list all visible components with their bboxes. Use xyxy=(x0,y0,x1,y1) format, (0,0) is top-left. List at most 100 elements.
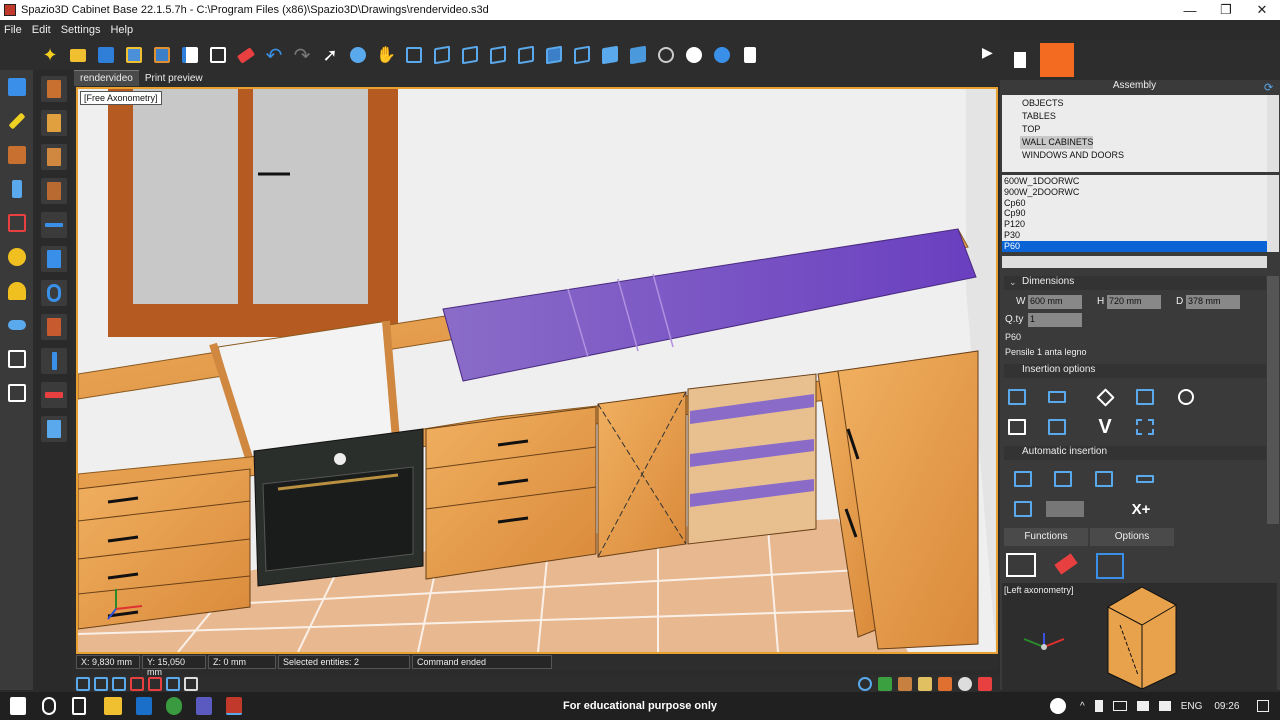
drawer-icon[interactable] xyxy=(41,314,67,340)
tab-print-preview[interactable]: Print preview xyxy=(139,71,209,86)
volume-icon[interactable] xyxy=(1158,701,1171,711)
view-left-icon[interactable] xyxy=(486,43,510,67)
teams-icon[interactable] xyxy=(196,697,212,715)
view-iso2-icon[interactable] xyxy=(626,43,650,67)
pan-hand-icon[interactable]: ✋ xyxy=(374,43,398,67)
material-icon[interactable] xyxy=(898,677,912,691)
assembly-refresh-icon[interactable]: ⟳ xyxy=(1264,81,1273,94)
refresh-view-icon[interactable] xyxy=(858,677,872,691)
view-front-icon[interactable] xyxy=(430,43,454,67)
eye-icon[interactable] xyxy=(2,310,32,340)
copy-icon[interactable] xyxy=(206,43,230,67)
view-bottom-icon[interactable] xyxy=(570,43,594,67)
insert-diamond-icon[interactable] xyxy=(1094,386,1116,408)
start-icon[interactable] xyxy=(10,697,26,715)
base-unit-icon[interactable] xyxy=(41,110,67,136)
maximize-button[interactable]: ❐ xyxy=(1208,2,1244,18)
mirror-icon[interactable] xyxy=(1006,416,1028,438)
width-field[interactable]: 600 mm xyxy=(1028,295,1082,309)
clipboard-icon[interactable] xyxy=(738,43,762,67)
tall-unit-icon[interactable] xyxy=(41,144,67,170)
list-item-selected[interactable]: P60 xyxy=(1002,240,1267,252)
wireframe-globe-icon[interactable] xyxy=(654,43,678,67)
gear-icon[interactable] xyxy=(2,242,32,272)
toolbar-expand-icon[interactable]: ▶ xyxy=(982,44,993,61)
cabinet-icon[interactable] xyxy=(2,140,32,170)
layout-icon[interactable] xyxy=(2,378,32,408)
collapse-dim-icon[interactable]: ⌄ xyxy=(1009,277,1017,288)
tree-scrollbar[interactable] xyxy=(1267,95,1279,172)
chrome-icon[interactable] xyxy=(166,697,182,715)
list-item[interactable]: Cp90 xyxy=(1002,208,1267,219)
height-field[interactable]: 720 mm xyxy=(1107,295,1161,309)
tools-icon[interactable] xyxy=(2,174,32,204)
tab-options[interactable]: Options xyxy=(1090,528,1174,546)
dimensions-header[interactable]: Dimensions xyxy=(1004,276,1266,290)
explorer-icon[interactable] xyxy=(104,697,122,715)
menu-help[interactable]: Help xyxy=(110,24,133,36)
list-item[interactable]: P120 xyxy=(1002,219,1267,230)
automatic-insertion-header[interactable]: Automatic insertion xyxy=(1004,446,1266,460)
tab-functions[interactable]: Functions xyxy=(1004,528,1088,546)
light-settings-icon[interactable] xyxy=(938,677,952,691)
nodes-icon[interactable] xyxy=(2,208,32,238)
view-iso-icon[interactable] xyxy=(598,43,622,67)
zoom-extents-icon[interactable] xyxy=(402,43,426,67)
render-settings-icon[interactable] xyxy=(958,677,972,691)
clipboard-list-icon[interactable] xyxy=(1014,52,1026,68)
language-indicator[interactable]: ENG xyxy=(1181,701,1203,712)
snap-intersection-icon[interactable] xyxy=(148,677,162,691)
snap-grid-icon[interactable] xyxy=(184,677,198,691)
snap-midpoint-icon[interactable] xyxy=(94,677,108,691)
connector-icon[interactable] xyxy=(41,246,67,272)
save-icon[interactable] xyxy=(94,43,118,67)
view-right-icon[interactable] xyxy=(514,43,538,67)
tree-item-top[interactable]: TOP xyxy=(1002,123,1267,136)
menu-file[interactable]: File xyxy=(4,24,22,36)
refresh-icon[interactable] xyxy=(41,280,67,306)
tree-item-tables[interactable]: TABLES xyxy=(1002,110,1267,123)
snap-center-icon[interactable] xyxy=(130,677,144,691)
clock[interactable]: 09:26 xyxy=(1214,701,1239,712)
redo-icon[interactable]: ↷ xyxy=(290,43,314,67)
settings-object-icon[interactable] xyxy=(41,416,67,442)
auto-fill-icon[interactable] xyxy=(1012,498,1034,520)
select-arrow-icon[interactable]: ➚ xyxy=(318,43,342,67)
network-icon[interactable] xyxy=(1136,701,1149,711)
shelf-icon[interactable] xyxy=(41,212,67,238)
close-button[interactable]: ✕ xyxy=(1244,2,1280,18)
auto-right-icon[interactable] xyxy=(1093,468,1115,490)
open-folder-icon[interactable] xyxy=(66,43,90,67)
new-star-icon[interactable]: ✦ xyxy=(38,43,62,67)
exit-function-icon[interactable] xyxy=(1006,553,1036,577)
save-copy-icon[interactable] xyxy=(150,43,174,67)
tree-item-windows-doors[interactable]: WINDOWS AND DOORS xyxy=(1002,149,1267,162)
tree-item-objects[interactable]: OBJECTS xyxy=(1002,97,1267,110)
texture-icon[interactable] xyxy=(918,677,932,691)
door-icon[interactable] xyxy=(41,178,67,204)
menu-edit[interactable]: Edit xyxy=(32,24,51,36)
render-sphere-icon[interactable] xyxy=(710,43,734,67)
bank-icon[interactable] xyxy=(2,72,32,102)
stack-icon[interactable] xyxy=(1046,416,1068,438)
notifications-icon[interactable] xyxy=(1257,700,1270,712)
enter-function-icon[interactable] xyxy=(1096,553,1124,579)
export-icon[interactable] xyxy=(178,43,202,67)
light-icon[interactable] xyxy=(2,276,32,306)
insertion-options-header[interactable]: Insertion options xyxy=(1004,364,1266,378)
list-item[interactable]: 600W_1DOORWC xyxy=(1002,176,1267,187)
save-as-icon[interactable] xyxy=(122,43,146,67)
snap-endpoint-icon[interactable] xyxy=(76,677,90,691)
shaded-sphere-icon[interactable] xyxy=(682,43,706,67)
assembly-tree-icon[interactable] xyxy=(1040,43,1074,77)
task-view-icon[interactable] xyxy=(72,697,86,715)
minimize-button[interactable]: — xyxy=(1172,3,1208,18)
auto-add-icon[interactable]: X+ xyxy=(1130,498,1152,520)
view-top-icon[interactable] xyxy=(542,43,566,67)
handle-icon[interactable] xyxy=(41,382,67,408)
list-hscrollbar[interactable] xyxy=(1002,256,1267,268)
list-item[interactable]: 900W_2DOORWC xyxy=(1002,187,1267,198)
list-icon[interactable] xyxy=(2,344,32,374)
rotate-view-icon[interactable] xyxy=(346,43,370,67)
insert-box-icon[interactable] xyxy=(1006,386,1028,408)
